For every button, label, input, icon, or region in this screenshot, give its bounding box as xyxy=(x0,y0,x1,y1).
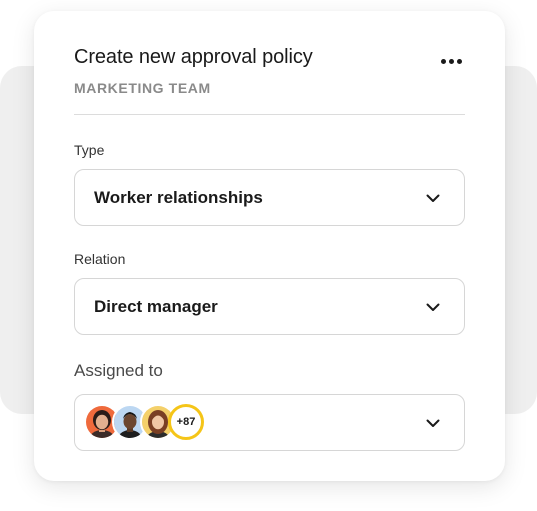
chevron-down-icon xyxy=(426,303,440,311)
relation-select[interactable]: Direct manager xyxy=(74,278,465,335)
assigned-select[interactable]: +87 xyxy=(74,394,465,451)
stage: Create new approval policy MARKETING TEA… xyxy=(0,0,537,511)
more-horizontal-icon-dot xyxy=(448,58,454,64)
team-subtitle: MARKETING TEAM xyxy=(74,80,211,96)
assignee-avatar-group: +87 xyxy=(84,404,204,440)
type-select-value: Worker relationships xyxy=(94,187,263,207)
approval-policy-card: Create new approval policy MARKETING TEA… xyxy=(34,11,505,481)
relation-label: Relation xyxy=(74,251,126,267)
header-divider xyxy=(74,114,465,115)
assigned-label: Assigned to xyxy=(74,361,163,380)
type-select[interactable]: Worker relationships xyxy=(74,169,465,226)
more-assignees-count-badge: +87 xyxy=(168,404,204,440)
relation-select-value: Direct manager xyxy=(94,296,218,316)
more-horizontal-icon-dot xyxy=(456,58,462,64)
type-label: Type xyxy=(74,142,105,158)
chevron-down-icon xyxy=(426,419,440,427)
more-horizontal-icon xyxy=(440,58,446,64)
more-options-button[interactable] xyxy=(432,49,470,73)
chevron-down-icon xyxy=(426,194,440,202)
page-title: Create new approval policy xyxy=(74,46,313,68)
